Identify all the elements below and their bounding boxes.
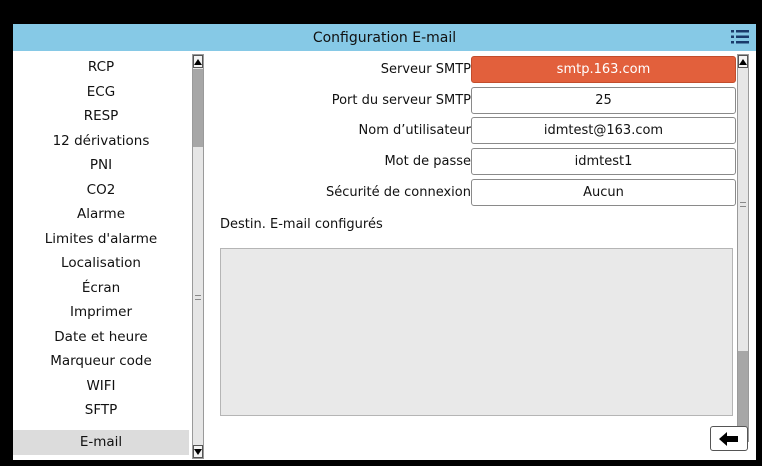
sidebar-item-marqueur-code[interactable]: Marqueur code [13,349,189,374]
sidebar: RCP ECG RESP 12 dérivations PNI CO2 Alar… [13,51,204,460]
sidebar-item-sftp[interactable]: SFTP [13,398,189,423]
sidebar-scrollbar[interactable] [192,54,204,459]
arrow-left-icon [719,431,738,446]
sidebar-item-limites-alarme[interactable]: Limites d'alarme [13,227,189,252]
bottom-border [13,460,756,466]
title-bar: Configuration E-mail [13,24,756,51]
form-row-security: Sécurité de connexion [213,179,471,206]
sidebar-item-alarme[interactable]: Alarme [13,202,189,227]
scroll-down-button[interactable] [193,445,203,458]
sidebar-item-label: RCP [87,59,115,76]
smtp-server-field[interactable]: smtp.163.com [471,56,736,83]
sidebar-item-localisation[interactable]: Localisation [13,251,189,276]
sidebar-item-label: SFTP [84,402,118,419]
sidebar-item-label: Limites d'alarme [44,230,158,247]
sidebar-item-resp[interactable]: RESP [13,104,189,129]
sidebar-item-wifi[interactable]: WIFI [13,374,189,399]
scroll-grip [740,202,746,207]
form-row-username: Nom d’utilisateur [213,117,471,144]
main-scrollbar[interactable] [737,54,749,442]
scroll-up-button[interactable] [738,55,748,68]
form-row-smtp-server: Serveur SMTP [213,56,471,83]
recipients-label: Destin. E-mail configurés [220,217,383,232]
sidebar-item-label: RESP [83,108,119,125]
sidebar-item-label: Écran [81,279,121,296]
sidebar-item-label: ECG [86,83,116,100]
app-window: Configuration E-mail RCP ECG RESP 12 dér… [0,0,762,466]
smtp-server-label: Serveur SMTP [380,62,471,77]
form-row-smtp-port: Port du serveur SMTP [213,87,471,114]
sidebar-item-label: PNI [89,157,113,174]
scroll-up-button[interactable] [193,55,203,68]
scroll-grip [195,295,201,300]
username-field[interactable]: idmtest@163.com [471,117,736,144]
sidebar-item-label: E-mail [79,434,123,451]
sidebar-item-label: CO2 [86,181,116,198]
recipients-list[interactable] [220,248,733,416]
smtp-port-field[interactable]: 25 [471,87,736,114]
form-row-password: Mot de passe [213,148,471,175]
sidebar-item-pni[interactable]: PNI [13,153,189,178]
back-button[interactable] [710,426,748,451]
caret-up-icon [194,58,202,65]
caret-down-icon [194,448,202,455]
scroll-thumb[interactable] [738,351,748,428]
sidebar-item-email[interactable]: E-mail [13,430,189,455]
sidebar-item-label: WIFI [86,377,116,394]
security-label: Sécurité de connexion [325,185,471,200]
sidebar-item-imprimer[interactable]: Imprimer [13,300,189,325]
content-area: RCP ECG RESP 12 dérivations PNI CO2 Alar… [13,51,756,460]
sidebar-item-label: Alarme [76,206,126,223]
sidebar-item-ecran[interactable]: Écran [13,276,189,301]
scroll-thumb[interactable] [193,69,203,147]
sidebar-item-label: Date et heure [54,328,148,345]
sidebar-item-date-heure[interactable]: Date et heure [13,325,189,350]
caret-up-icon [739,58,747,65]
sidebar-item-rcp[interactable]: RCP [13,55,189,80]
sidebar-item-label: Imprimer [69,304,132,321]
sidebar-item-label: 12 dérivations [52,132,150,149]
sidebar-item-label: Marqueur code [50,353,152,370]
window-title: Configuration E-mail [312,29,457,46]
password-field[interactable]: idmtest1 [471,148,736,175]
sidebar-item-label: Localisation [61,255,141,272]
password-label: Mot de passe [384,154,471,169]
smtp-port-label: Port du serveur SMTP [331,93,471,108]
sidebar-item-12-derivations[interactable]: 12 dérivations [13,129,189,154]
username-label: Nom d’utilisateur [358,123,471,138]
menu-list-icon[interactable] [730,28,750,46]
security-field[interactable]: Aucun [471,179,736,206]
sidebar-item-co2[interactable]: CO2 [13,178,189,203]
sidebar-item-ecg[interactable]: ECG [13,80,189,105]
